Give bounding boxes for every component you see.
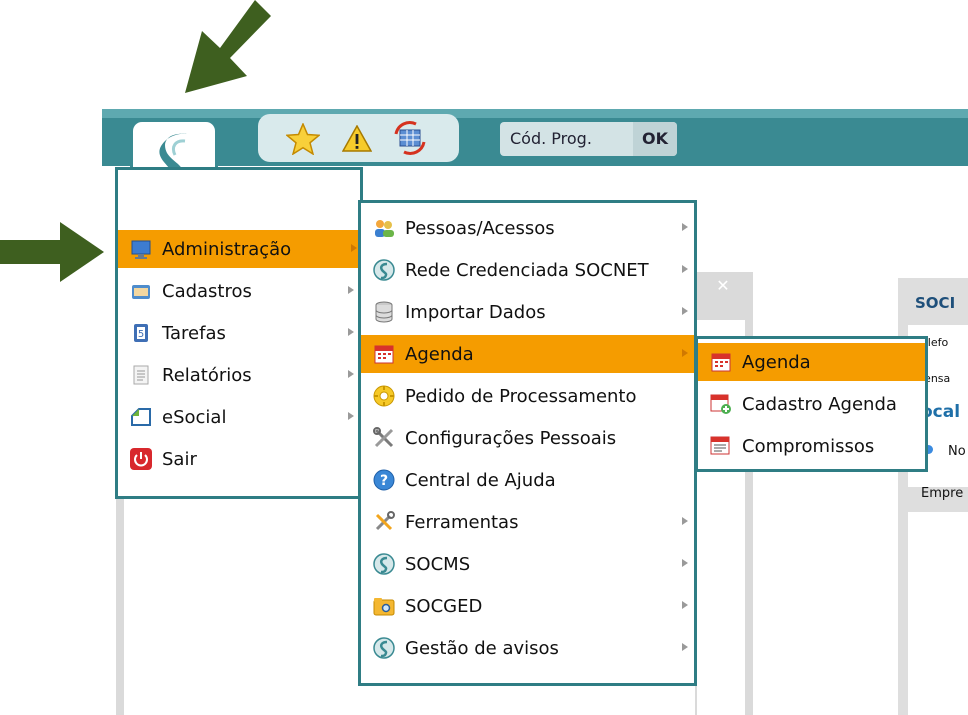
submenu-item-socms[interactable]: SOCMS <box>361 545 694 583</box>
soc-logo-icon <box>373 553 395 575</box>
submenu-item-central-ajuda[interactable]: ? Central de Ajuda <box>361 461 694 499</box>
menu-item-relatorios[interactable]: Relatórios <box>118 356 360 394</box>
report-icon <box>130 364 152 386</box>
calendar-add-icon <box>710 393 732 415</box>
submenu-item-label: Gestão de avisos <box>405 637 559 659</box>
help-icon: ? <box>373 469 395 491</box>
right-panel-line-5: Empre <box>921 486 964 501</box>
submenu-item-pessoas-acessos[interactable]: Pessoas/Acessos <box>361 209 694 247</box>
warning-icon[interactable] <box>342 125 372 152</box>
submenu-arrow-icon <box>348 370 354 378</box>
submenu-arrow-icon <box>682 265 688 273</box>
submenu-arrow-icon <box>348 286 354 294</box>
power-icon <box>130 448 152 470</box>
sync-grid-icon[interactable] <box>390 120 430 156</box>
menu-item-tarefas[interactable]: 5 Tarefas <box>118 314 360 352</box>
submenu-arrow-icon <box>682 223 688 231</box>
agenda-submenu: Agenda Cadastro Agenda Compromissos <box>695 336 928 472</box>
menu-item-label: Administração <box>162 238 292 260</box>
submenu-item-label: Cadastro Agenda <box>742 393 897 415</box>
folder-search-icon <box>373 595 395 617</box>
calendar-icon <box>710 351 732 373</box>
submenu-item-importar-dados[interactable]: Importar Dados <box>361 293 694 331</box>
submenu-arrow-icon <box>682 349 688 357</box>
submenu-item-ferramentas[interactable]: Ferramentas <box>361 503 694 541</box>
quick-icons-box <box>258 114 459 162</box>
submenu-item-label: Central de Ajuda <box>405 469 556 491</box>
panel-left-edge <box>116 490 124 715</box>
wrench-icon <box>373 511 395 533</box>
calendar-icon <box>373 343 395 365</box>
people-icon <box>373 217 395 239</box>
ok-button[interactable]: OK <box>633 122 677 156</box>
submenu-arrow-icon <box>682 517 688 525</box>
program-code-input[interactable]: Cód. Prog. <box>500 122 633 156</box>
svg-text:?: ? <box>380 473 388 489</box>
main-menu: Administração Cadastros 5 Tarefas Relató… <box>115 167 363 499</box>
soc-logo-icon <box>373 637 395 659</box>
submenu-item-label: Compromissos <box>742 435 875 457</box>
top-bar-highlight <box>102 109 968 118</box>
agenda-submenu-item-cadastro-agenda[interactable]: Cadastro Agenda <box>698 385 925 423</box>
close-icon[interactable]: ✕ <box>713 277 733 295</box>
submenu-arrow-icon <box>682 307 688 315</box>
tools-icon <box>373 427 395 449</box>
menu-item-sair[interactable]: Sair <box>118 440 360 478</box>
folder-icon <box>130 280 152 302</box>
star-icon[interactable] <box>286 123 320 155</box>
annotation-arrow-right-icon <box>0 222 104 282</box>
menu-item-label: Sair <box>162 448 197 470</box>
menu-item-label: Relatórios <box>162 364 252 386</box>
menu-item-label: Tarefas <box>162 322 226 344</box>
esocial-icon <box>130 406 152 428</box>
database-icon <box>373 301 395 323</box>
submenu-arrow-icon <box>348 412 354 420</box>
calendar-list-icon <box>710 435 732 457</box>
tasks-icon: 5 <box>130 322 152 344</box>
menu-item-administracao[interactable]: Administração <box>118 230 363 268</box>
menu-item-esocial[interactable]: eSocial <box>118 398 360 436</box>
soc-logo-icon <box>373 259 395 281</box>
submenu-item-label: Agenda <box>405 343 474 365</box>
submenu-item-label: Pessoas/Acessos <box>405 217 555 239</box>
monitor-icon <box>130 238 152 260</box>
submenu-item-label: Pedido de Processamento <box>405 385 637 407</box>
submenu-item-gestao-avisos[interactable]: Gestão de avisos <box>361 629 694 667</box>
submenu-item-label: Rede Credenciada SOCNET <box>405 259 649 281</box>
submenu-item-label: SOCGED <box>405 595 483 617</box>
submenu-item-rede-credenciada[interactable]: Rede Credenciada SOCNET <box>361 251 694 289</box>
menu-item-label: Cadastros <box>162 280 252 302</box>
submenu-item-label: Agenda <box>742 351 811 373</box>
menu-item-label: eSocial <box>162 406 227 428</box>
submenu-item-label: SOCMS <box>405 553 471 575</box>
submenu-arrow-icon <box>351 244 357 252</box>
submenu-item-label: Ferramentas <box>405 511 519 533</box>
agenda-submenu-item-agenda[interactable]: Agenda <box>698 343 925 381</box>
submenu-arrow-icon <box>348 328 354 336</box>
submenu-item-label: Importar Dados <box>405 301 546 323</box>
submenu-item-socged[interactable]: SOCGED <box>361 587 694 625</box>
right-panel-line-4: No <box>948 444 966 459</box>
agenda-submenu-item-compromissos[interactable]: Compromissos <box>698 427 925 465</box>
submenu-arrow-icon <box>682 559 688 567</box>
svg-text:5: 5 <box>138 329 144 340</box>
right-panel-title: SOCI <box>915 294 956 312</box>
submenu-arrow-icon <box>682 601 688 609</box>
annotation-arrow-down-icon <box>185 0 271 93</box>
admin-submenu: Pessoas/Acessos Rede Credenciada SOCNET … <box>358 200 697 686</box>
submenu-item-pedido-processamento[interactable]: Pedido de Processamento <box>361 377 694 415</box>
program-code-box: Cód. Prog. OK <box>500 122 677 156</box>
submenu-item-label: Configurações Pessoais <box>405 427 617 449</box>
right-panel-lower <box>908 512 968 715</box>
submenu-item-agenda[interactable]: Agenda <box>361 335 694 373</box>
menu-item-cadastros[interactable]: Cadastros <box>118 272 360 310</box>
gear-icon <box>373 385 395 407</box>
submenu-item-configuracoes-pessoais[interactable]: Configurações Pessoais <box>361 419 694 457</box>
submenu-arrow-icon <box>682 643 688 651</box>
